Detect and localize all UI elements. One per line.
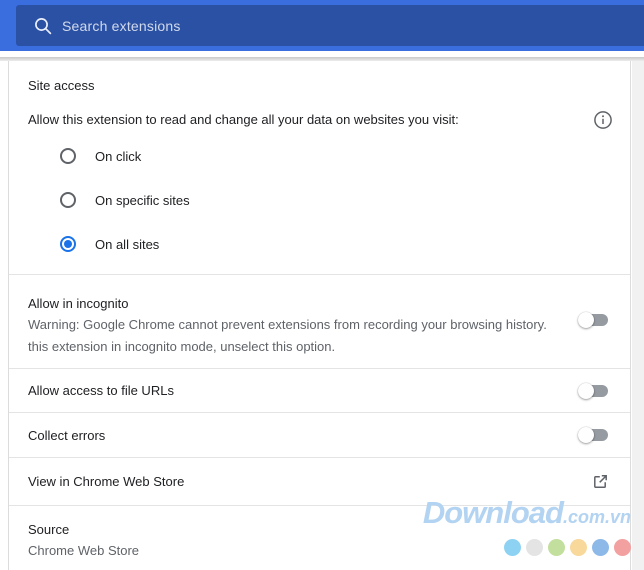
extension-details-panel: Site access Allow this extension to read… [8,61,631,570]
radio-option-label: On all sites [95,236,160,252]
file-urls-toggle[interactable] [578,382,608,399]
radio-option-on-click[interactable]: On click [9,134,630,178]
search-input[interactable]: Search extensions [16,5,644,46]
watermark-dots [423,539,631,556]
incognito-warning-line2: this extension in incognito mode, unsele… [28,339,336,354]
radio-option-on-all-sites[interactable]: On all sites [9,222,630,266]
search-placeholder: Search extensions [62,17,181,34]
collect-errors-toggle[interactable] [578,427,608,443]
allow-incognito-section: Allow in incognito Warning: Google Chrom… [9,274,630,368]
toggle-knob [578,312,594,328]
info-icon[interactable] [593,110,613,130]
watermark-brand: Download [422,495,564,530]
radio-option-on-specific-sites[interactable]: On specific sites [9,178,630,222]
watermark-suffix: .com.vn [562,507,631,527]
watermark: Download.com.vn [423,497,631,556]
site-access-title: Site access [28,78,95,93]
toggle-knob [578,427,594,443]
radio-icon [60,192,76,208]
watermark-dot [504,539,521,556]
site-access-description-row: Allow this extension to read and change … [9,111,630,130]
watermark-dot [526,539,543,556]
incognito-toggle[interactable] [578,312,608,328]
allow-incognito-title: Allow in incognito [28,296,129,311]
toggle-knob [578,382,594,399]
site-access-description: Allow this extension to read and change … [28,112,459,127]
radio-option-label: On click [95,148,142,164]
page-gutter [632,61,644,570]
search-icon [35,17,52,34]
watermark-dot [570,539,587,556]
radio-icon [60,236,76,252]
watermark-dot [592,539,609,556]
file-urls-label: Allow access to file URLs [28,383,174,398]
site-access-options: On click On specific sites On all sites [9,134,630,266]
collect-errors-label: Collect errors [28,427,106,443]
open-in-new-icon [594,474,607,488]
watermark-text: Download.com.vn [423,497,631,535]
watermark-dot [614,539,631,556]
search-toolbar: Search extensions [0,0,644,51]
watermark-dot [548,539,565,556]
radio-icon [60,148,76,164]
file-urls-row: Allow access to file URLs [9,368,630,412]
view-in-web-store-label: View in Chrome Web Store [28,474,185,489]
incognito-warning-line1: Warning: Google Chrome cannot prevent ex… [28,317,547,332]
radio-option-label: On specific sites [95,192,190,208]
collect-errors-row: Collect errors [9,412,630,457]
